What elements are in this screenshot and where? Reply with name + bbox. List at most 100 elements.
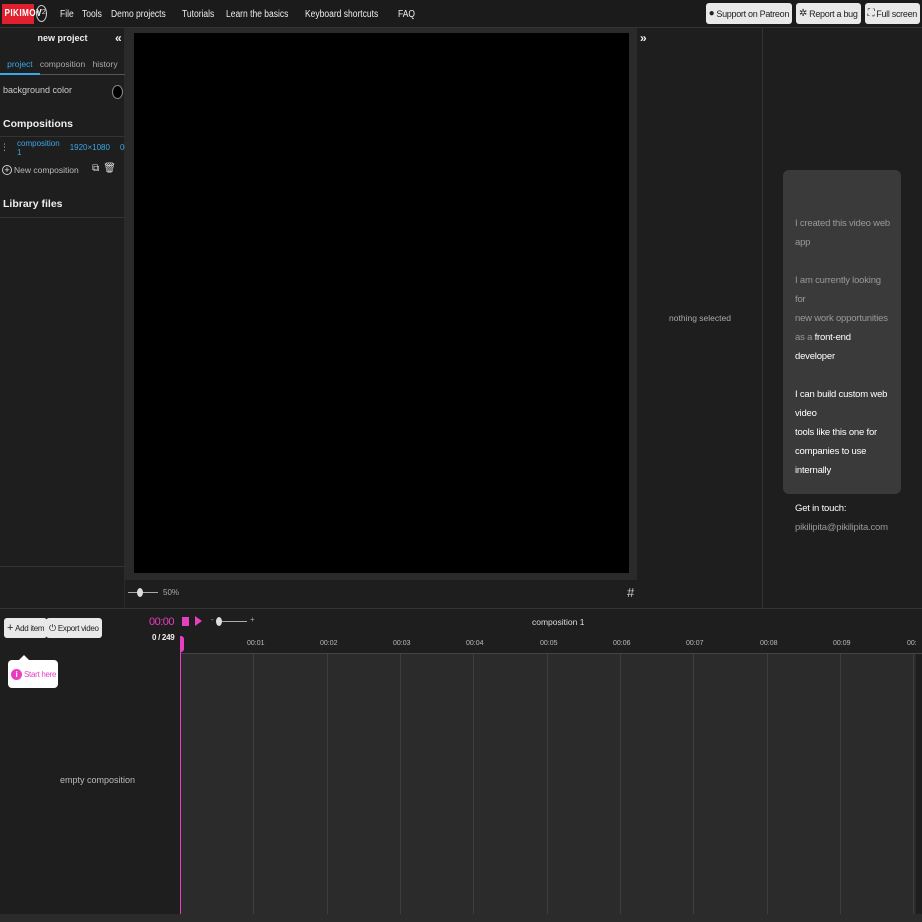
compositions-heading: Compositions xyxy=(3,118,73,130)
divider xyxy=(0,136,125,137)
left-sidebar: new project « project composition histor… xyxy=(0,28,140,608)
duplicate-icon[interactable]: ⧉ xyxy=(92,163,103,174)
timeline-zoom-handle[interactable] xyxy=(216,617,222,626)
playhead-line[interactable] xyxy=(180,636,181,914)
promo-paragraph: I am currently looking for new work oppo… xyxy=(795,271,893,366)
export-icon: ⏻ xyxy=(49,622,56,633)
plus-icon: + xyxy=(7,622,14,634)
trash-icon[interactable]: 🗑 xyxy=(103,163,120,174)
new-composition-button[interactable]: New composition xyxy=(14,165,79,175)
time-ruler[interactable]: 00:01 00:02 00:03 00:04 00:05 00:06 00:0… xyxy=(181,637,922,654)
promo-line: new work opportunities xyxy=(795,313,888,324)
playhead-handle[interactable] xyxy=(180,636,184,652)
add-item-label: Add item xyxy=(15,623,45,633)
promo-line: companies to use internally xyxy=(795,446,867,476)
promo-line: I am currently looking for xyxy=(795,275,881,305)
fullscreen-icon: ⛶ xyxy=(867,8,875,19)
promo-line: tools like this one for xyxy=(795,427,877,438)
fullscreen-label: Full screen xyxy=(876,8,917,19)
menu-keyboard-shortcuts[interactable]: Keyboard shortcuts xyxy=(305,9,378,20)
grid-line xyxy=(693,654,694,914)
tab-project[interactable]: project xyxy=(0,55,40,75)
menu-faq[interactable]: FAQ xyxy=(398,9,415,20)
tab-history[interactable]: history xyxy=(85,55,126,75)
ruler-tick: 00:04 xyxy=(466,640,484,647)
grid-line xyxy=(400,654,401,914)
zoom-out-icon[interactable]: - xyxy=(211,615,214,624)
canvas-zoom-bar: 50% # xyxy=(125,580,637,608)
menu-file[interactable]: File xyxy=(60,9,74,20)
tab-composition[interactable]: composition xyxy=(39,55,86,75)
zoom-value: 50% xyxy=(163,588,180,597)
app-logo[interactable]: PIKIMOV V2 xyxy=(2,3,47,24)
background-color-label: background color xyxy=(3,85,73,95)
current-time: 00:00 xyxy=(149,616,175,628)
video-canvas[interactable] xyxy=(134,33,629,573)
menu-demo-projects[interactable]: Demo projects xyxy=(111,9,166,20)
top-buttons: ● Support on Patreon ✲ Report a bug ⛶ Fu… xyxy=(705,3,920,24)
play-icon[interactable] xyxy=(195,616,202,626)
properties-panel: » nothing selected xyxy=(637,28,763,608)
collapse-left-icon[interactable]: « xyxy=(115,31,122,45)
library-files-heading: Library files xyxy=(3,198,63,210)
support-label: Support on Patreon xyxy=(716,8,790,19)
grid-line xyxy=(473,654,474,914)
ruler-tick: 00:03 xyxy=(393,640,411,647)
grid-icon[interactable]: # xyxy=(627,585,634,600)
add-item-button[interactable]: + Add item xyxy=(4,618,48,638)
bug-label: Report a bug xyxy=(809,8,858,19)
grid-line xyxy=(913,654,914,914)
composition-resolution: 1920×1080 xyxy=(69,143,110,152)
promo-line: as a xyxy=(795,332,815,343)
start-here-tooltip[interactable]: i Start here xyxy=(8,655,58,688)
stop-icon[interactable] xyxy=(182,617,189,626)
promo-line: I created this video web app xyxy=(795,218,891,248)
support-patreon-button[interactable]: ● Support on Patreon xyxy=(705,3,793,24)
timeline-tracks[interactable] xyxy=(181,654,916,914)
grid-line xyxy=(253,654,254,914)
background-color-swatch[interactable] xyxy=(112,85,123,99)
zoom-slider-track[interactable] xyxy=(128,592,158,593)
divider xyxy=(0,217,125,218)
canvas-area xyxy=(125,28,637,580)
empty-composition-label: empty composition xyxy=(60,775,136,785)
grid-line xyxy=(547,654,548,914)
zoom-slider-handle[interactable] xyxy=(137,588,143,597)
timeline-composition-name: composition 1 xyxy=(532,617,585,627)
patreon-icon: ● xyxy=(708,8,715,19)
divider xyxy=(0,566,125,567)
main-menu: File Tools Demo projects Tutorials Learn… xyxy=(60,0,430,28)
logo-text: PIKIMOV xyxy=(2,3,42,24)
contact-email[interactable]: pikilipita@pikilipita.com xyxy=(795,522,888,533)
plus-circle-icon[interactable]: + xyxy=(2,165,12,175)
ruler-tick: 00: xyxy=(907,640,917,647)
timeline-scrollbar[interactable] xyxy=(0,914,922,922)
grid-line xyxy=(620,654,621,914)
promo-area: I created this video web app I am curren… xyxy=(763,28,922,608)
composition-list-item[interactable]: ⋮ composition 1 1920×1080 00:10 xyxy=(0,138,140,157)
ruler-tick: 00:05 xyxy=(540,640,558,647)
zoom-in-icon[interactable]: + xyxy=(250,615,255,624)
expand-right-icon[interactable]: » xyxy=(640,31,647,45)
menu-learn-basics[interactable]: Learn the basics xyxy=(226,9,288,20)
promo-line: Get in touch: xyxy=(795,503,847,514)
ruler-tick: 00:01 xyxy=(247,640,265,647)
menu-tutorials[interactable]: Tutorials xyxy=(182,9,214,20)
fullscreen-button[interactable]: ⛶ Full screen xyxy=(864,3,920,24)
timeline-panel: + Add item ⏻ Export video 00:00 0 / 249 … xyxy=(0,608,922,922)
info-icon: i xyxy=(11,668,22,680)
promo-paragraph: I can build custom web video tools like … xyxy=(795,385,893,480)
grid-line xyxy=(327,654,328,914)
promo-line: I can build custom web video xyxy=(795,389,888,419)
export-video-button[interactable]: ⏻ Export video xyxy=(46,618,102,638)
menu-tools[interactable]: Tools xyxy=(82,9,102,20)
grid-line xyxy=(767,654,768,914)
new-composition-row: + New composition ⧉🗑 xyxy=(2,163,122,177)
report-bug-button[interactable]: ✲ Report a bug xyxy=(796,3,861,24)
composition-name: composition 1 xyxy=(17,138,60,157)
drag-handle-icon[interactable]: ⋮ xyxy=(0,142,9,153)
project-title[interactable]: new project xyxy=(0,33,125,43)
start-here-label: Start here xyxy=(24,669,57,679)
promo-paragraph: Get in touch: pikilipita@pikilipita.com xyxy=(795,499,893,537)
top-menu-bar: PIKIMOV V2 File Tools Demo projects Tuto… xyxy=(0,0,922,28)
